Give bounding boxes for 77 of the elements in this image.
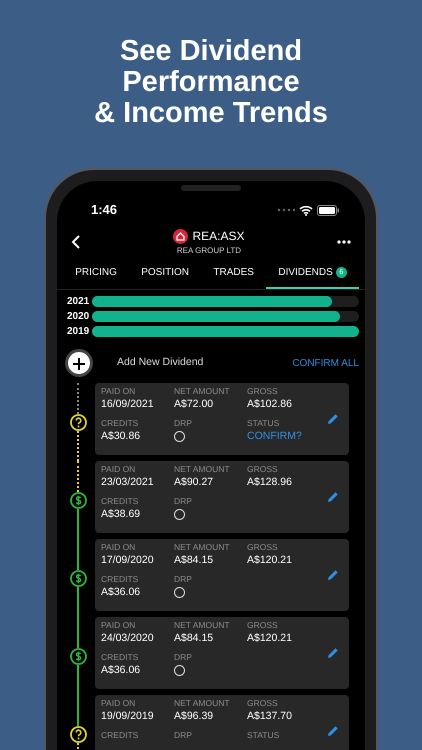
field-label: PAID ON — [101, 542, 136, 553]
field-value: A$137.70 — [247, 709, 293, 723]
field-label: CREDITS — [101, 574, 140, 585]
field-label: NET AMOUNT — [174, 698, 231, 709]
pencil-icon — [327, 724, 339, 737]
field-label: NET AMOUNT — [174, 386, 231, 397]
tab[interactable]: TRADES — [201, 261, 266, 289]
add-button[interactable] — [65, 349, 93, 377]
field-value: A$96.39 — [174, 709, 214, 723]
tab[interactable]: PRICING — [63, 261, 130, 289]
year-label: 2021 — [67, 295, 90, 309]
confirm-all-link[interactable]: CONFIRM ALL — [292, 356, 359, 370]
field-label: GROSS — [247, 620, 279, 631]
field-value: A$72.00 — [174, 397, 214, 411]
plus-icon — [72, 357, 86, 372]
field-value: A$36.06 — [101, 585, 142, 599]
field-label: DRP — [174, 496, 193, 507]
field-value: 17/09/2020 — [101, 553, 155, 567]
field-label: GROSS — [247, 542, 279, 553]
field-label: GROSS — [247, 386, 279, 397]
pencil-icon — [327, 568, 339, 581]
house-logo-icon — [173, 228, 188, 244]
field-label: DRP — [174, 730, 193, 741]
field-label: NET AMOUNT — [174, 542, 231, 553]
field-label: PAID ON — [101, 386, 136, 397]
field-label: DRP — [174, 418, 193, 429]
field-value: 19/09/2019 — [101, 709, 155, 723]
field-value: A$128.96 — [247, 475, 293, 489]
pencil-icon — [327, 490, 339, 503]
field-value: A$90.27 — [174, 475, 214, 489]
field-value: 16/09/2021 — [101, 397, 155, 411]
field-value: A$84.15 — [174, 631, 214, 645]
company-name: REA GROUP LTD — [176, 245, 242, 257]
year-label: 2019 — [67, 325, 90, 339]
field-label: CREDITS — [101, 652, 140, 663]
status-time: 1:46 — [91, 201, 118, 220]
field-label: NET AMOUNT — [174, 620, 231, 631]
field-label: CREDITS — [101, 418, 140, 429]
field-value: 23/03/2021 — [101, 475, 155, 489]
field-label: CREDITS — [101, 496, 140, 507]
headline: See Dividend Performance & Income Trends — [93, 34, 329, 131]
field-value: 24/03/2020 — [101, 631, 155, 645]
radio-button[interactable] — [174, 665, 185, 676]
field-value: A$84.15 — [174, 553, 214, 567]
field-value: A$30.86 — [101, 429, 142, 443]
field-label: STATUS — [247, 418, 280, 429]
ticker-symbol: REA:ASX — [192, 228, 245, 245]
field-label: GROSS — [247, 698, 279, 709]
field-label: CREDITS — [101, 730, 140, 741]
add-dividend-link[interactable]: Add New Dividend — [117, 355, 204, 371]
field-label: PAID ON — [101, 698, 136, 709]
field-label: PAID ON — [101, 464, 136, 475]
speaker-grille — [181, 185, 241, 191]
field-value: A$120.21 — [247, 553, 293, 567]
field-label: NET AMOUNT — [174, 464, 231, 475]
pencil-icon — [327, 412, 339, 425]
field-value: A$36.06 — [101, 663, 142, 677]
field-value: A$102.86 — [247, 397, 293, 411]
radio-button[interactable] — [174, 431, 185, 442]
more-icon — [337, 240, 351, 244]
field-label: PAID ON — [101, 620, 136, 631]
field-value: A$38.69 — [101, 507, 142, 521]
signal-icon — [277, 208, 295, 212]
radio-button[interactable] — [174, 509, 185, 520]
pencil-icon — [327, 646, 339, 659]
confirm-link[interactable]: CONFIRM? — [247, 429, 327, 443]
field-value: A$120.21 — [247, 631, 293, 645]
field-label: STATUS — [247, 730, 280, 741]
battery-icon — [317, 204, 339, 216]
chevron-left-icon — [71, 234, 81, 250]
tab[interactable]: POSITION — [129, 261, 202, 289]
field-label: GROSS — [247, 464, 279, 475]
radio-button[interactable] — [174, 587, 185, 598]
field-label: DRP — [174, 652, 193, 663]
field-label: DRP — [174, 574, 193, 585]
wifi-icon — [299, 204, 313, 216]
year-label: 2020 — [67, 310, 90, 324]
